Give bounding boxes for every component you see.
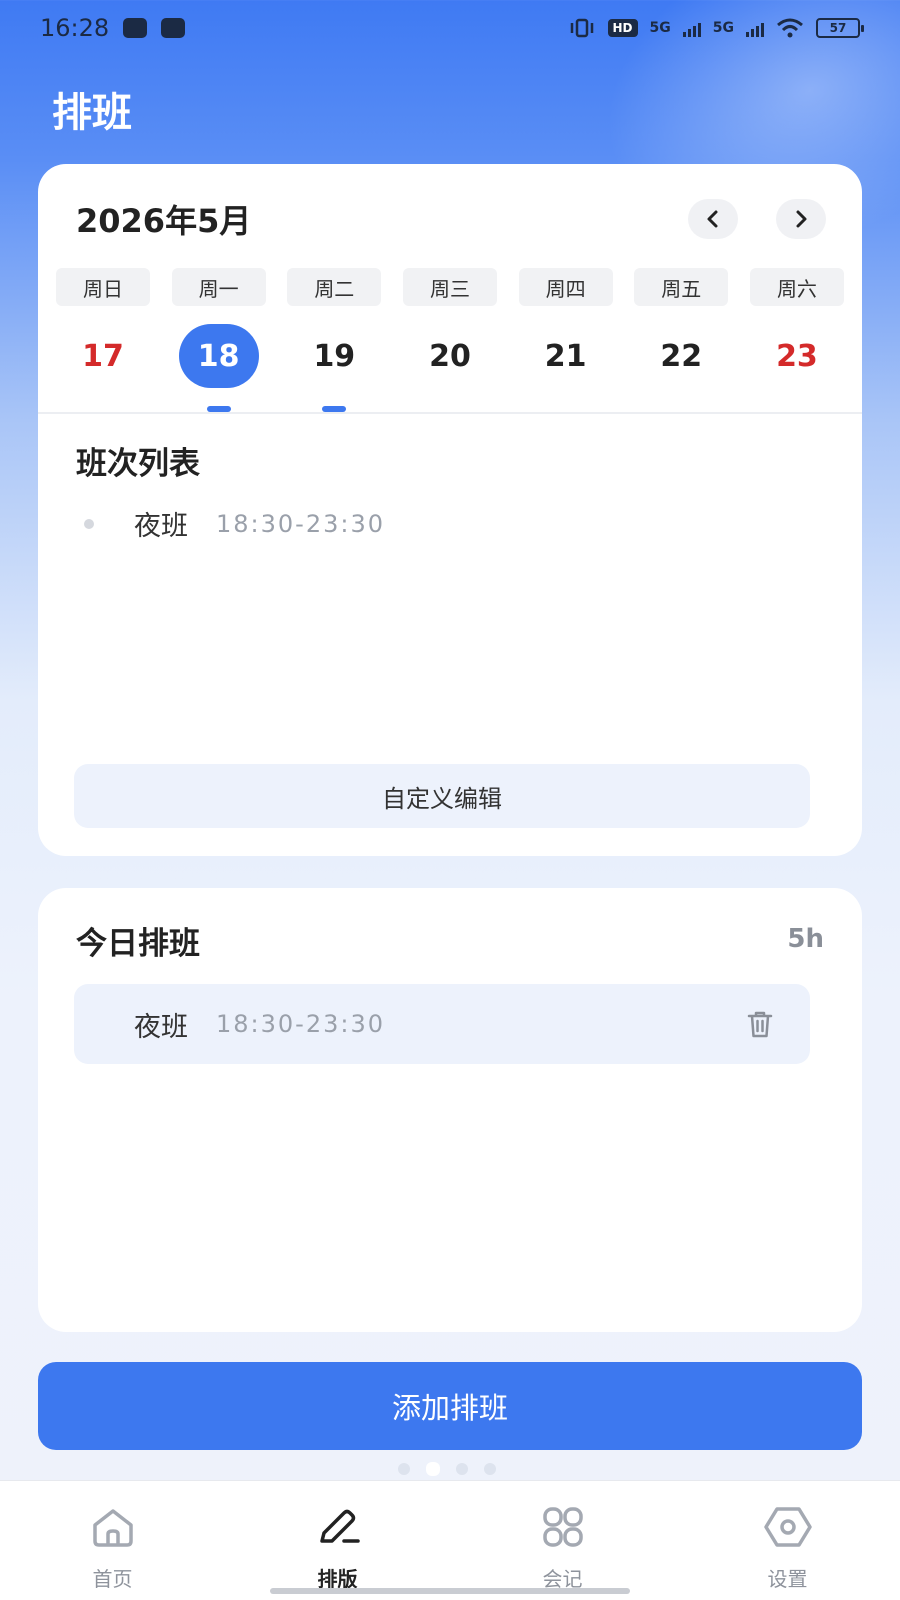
calendar-divider bbox=[38, 412, 862, 414]
calendar-card: 2026年5月 周日 周一 周二 周三 周四 周五 周六 17 18 19 20… bbox=[38, 164, 862, 856]
weekday-wed: 周三 bbox=[402, 268, 497, 306]
tab-label: 首页 bbox=[92, 1567, 133, 1591]
chevron-right-icon bbox=[796, 210, 807, 228]
today-title: 今日排班 bbox=[76, 926, 200, 962]
grid-icon bbox=[542, 1507, 583, 1547]
day-number: 19 bbox=[313, 338, 356, 374]
status-time: 16:28 bbox=[40, 14, 110, 42]
weekday-tue: 周二 bbox=[287, 268, 382, 306]
status-right: HD 5G 5G 57 bbox=[568, 18, 864, 38]
weekday-row: 周日 周一 周二 周三 周四 周五 周六 bbox=[56, 268, 844, 306]
tab-records[interactable]: 会记 bbox=[473, 1481, 653, 1600]
network-label-1: 5G bbox=[649, 20, 671, 36]
day-row: 17 18 19 20 21 22 23 bbox=[56, 324, 844, 414]
weekday-thu: 周四 bbox=[518, 268, 613, 306]
day-number: 18 bbox=[178, 324, 259, 388]
weekday-fri: 周五 bbox=[634, 268, 729, 306]
tab-settings[interactable]: 设置 bbox=[698, 1481, 878, 1600]
weekday-sat: 周六 bbox=[749, 268, 844, 306]
day-number: 17 bbox=[82, 338, 124, 374]
bullet-dot-icon bbox=[84, 518, 94, 529]
battery-icon: 57 bbox=[816, 18, 864, 38]
notification-app-icon bbox=[123, 18, 148, 38]
shift-list-title: 班次列表 bbox=[76, 446, 200, 482]
chevron-left-icon bbox=[707, 210, 718, 228]
notification-link-icon bbox=[161, 18, 186, 38]
day-number: 20 bbox=[429, 338, 471, 374]
weekday-mon: 周一 bbox=[171, 268, 266, 306]
signal-icon-1 bbox=[682, 19, 701, 37]
today-hours: 5h bbox=[787, 924, 824, 954]
hd-badge: HD bbox=[607, 19, 638, 37]
signal-icon-2 bbox=[746, 19, 764, 37]
network-label-2: 5G bbox=[712, 20, 734, 36]
status-bar: 16:28 HD 5G 5G 57 bbox=[0, 0, 900, 56]
today-shift-name: 夜班 bbox=[134, 1011, 188, 1043]
vibrate-icon bbox=[570, 18, 593, 38]
calendar-day-17[interactable]: 17 bbox=[56, 324, 150, 414]
home-indicator bbox=[270, 1588, 630, 1594]
calendar-day-20[interactable]: 20 bbox=[403, 324, 497, 414]
calendar-header: 2026年5月 bbox=[76, 194, 826, 244]
page-indicator bbox=[398, 1462, 496, 1476]
calendar-day-18[interactable]: 18 bbox=[172, 324, 266, 414]
page-title: 排班 bbox=[52, 90, 132, 136]
custom-edit-button[interactable]: 自定义编辑 bbox=[74, 764, 810, 828]
month-title: 2026年5月 bbox=[76, 202, 252, 240]
page-dot-active bbox=[426, 1462, 440, 1476]
pencil-icon bbox=[319, 1509, 360, 1543]
prev-month-button[interactable] bbox=[688, 199, 738, 239]
home-icon bbox=[92, 1509, 133, 1547]
page-dot bbox=[484, 1463, 496, 1475]
trash-icon[interactable] bbox=[744, 1008, 776, 1040]
next-month-button[interactable] bbox=[776, 199, 826, 239]
wifi-icon bbox=[777, 18, 803, 38]
tab-home[interactable]: 首页 bbox=[23, 1481, 203, 1600]
calendar-day-19[interactable]: 19 bbox=[287, 324, 381, 414]
page-dot bbox=[456, 1463, 468, 1475]
today-shift-item[interactable]: 夜班 18:30-23:30 bbox=[74, 984, 810, 1064]
add-schedule-button[interactable]: 添加排班 bbox=[38, 1362, 862, 1450]
calendar-day-21[interactable]: 21 bbox=[519, 324, 613, 414]
day-number: 23 bbox=[776, 338, 818, 374]
status-left: 16:28 bbox=[40, 14, 186, 42]
tab-schedule[interactable]: 排版 bbox=[248, 1481, 428, 1600]
tab-label: 设置 bbox=[767, 1567, 808, 1591]
today-schedule-card: 今日排班 5h 夜班 18:30-23:30 bbox=[38, 888, 862, 1332]
bottom-tab-bar: 首页 排版 会记 设置 bbox=[0, 1480, 900, 1600]
shift-list-item[interactable]: 夜班 18:30-23:30 bbox=[76, 504, 385, 543]
today-shift-time: 18:30-23:30 bbox=[216, 1010, 385, 1038]
shift-name: 夜班 bbox=[134, 511, 188, 542]
page-dot bbox=[398, 1463, 410, 1475]
calendar-day-23[interactable]: 23 bbox=[750, 324, 844, 414]
day-number: 21 bbox=[544, 338, 587, 374]
shift-time: 18:30-23:30 bbox=[216, 509, 385, 538]
settings-hexagon-icon bbox=[763, 1507, 812, 1547]
calendar-day-22[interactable]: 22 bbox=[634, 324, 728, 414]
month-nav bbox=[688, 199, 826, 239]
weekday-sun: 周日 bbox=[56, 268, 150, 306]
day-number: 22 bbox=[660, 338, 703, 374]
